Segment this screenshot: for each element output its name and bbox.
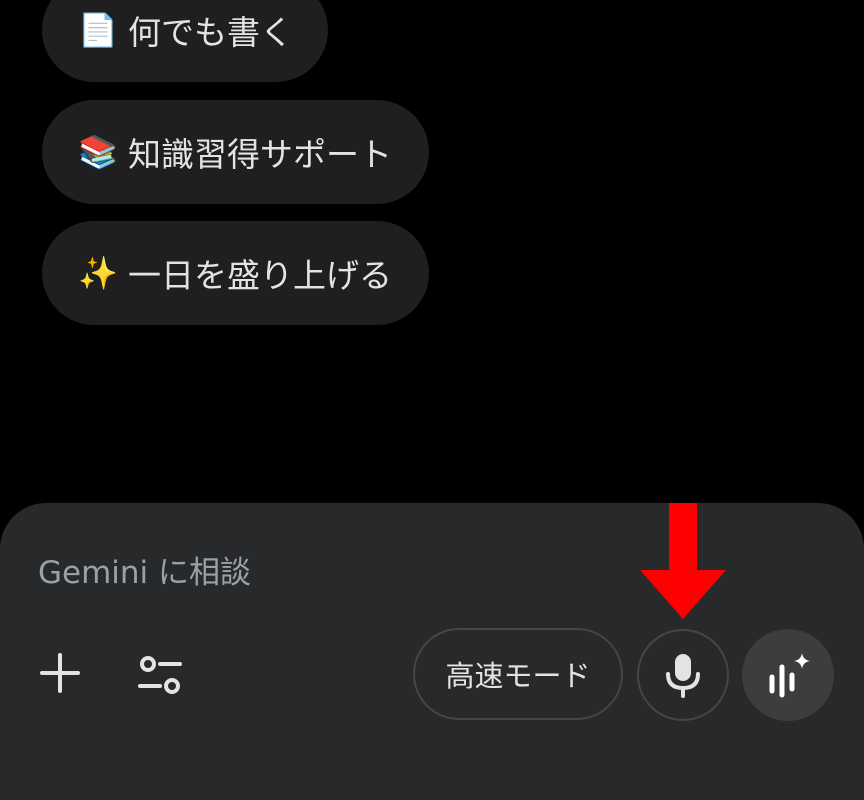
tools-icon — [138, 656, 182, 694]
suggestion-label: 一日を盛り上げる — [128, 256, 392, 295]
suggestion-label: 知識習得サポート — [128, 135, 392, 174]
books-icon: 📚 — [78, 133, 118, 171]
suggestion-chip-write[interactable]: 📄 何でも書く — [42, 0, 328, 82]
mode-selector-button[interactable]: 高速モード — [413, 628, 623, 720]
gemini-home-screen: 📄 何でも書く 📚 知識習得サポート ✨ 一日を盛り上げる Gemini に相談… — [0, 0, 864, 800]
add-button[interactable] — [30, 643, 90, 703]
prompt-composer: Gemini に相談 高速モード — [0, 503, 864, 800]
suggestion-label: 何でも書く — [128, 13, 293, 52]
gemini-live-icon — [769, 653, 810, 698]
red-arrow-icon — [640, 503, 726, 619]
gemini-live-button[interactable] — [742, 629, 834, 721]
document-icon: 📄 — [78, 11, 118, 49]
microphone-icon — [666, 654, 700, 698]
sparkles-icon: ✨ — [78, 254, 118, 292]
plus-icon — [40, 653, 80, 693]
prompt-input[interactable]: Gemini に相談 — [38, 551, 598, 595]
suggestion-chip-boost-day[interactable]: ✨ 一日を盛り上げる — [42, 221, 429, 325]
microphone-button[interactable] — [637, 629, 729, 721]
tools-button[interactable] — [128, 643, 192, 707]
suggestion-chip-learn[interactable]: 📚 知識習得サポート — [42, 100, 429, 204]
